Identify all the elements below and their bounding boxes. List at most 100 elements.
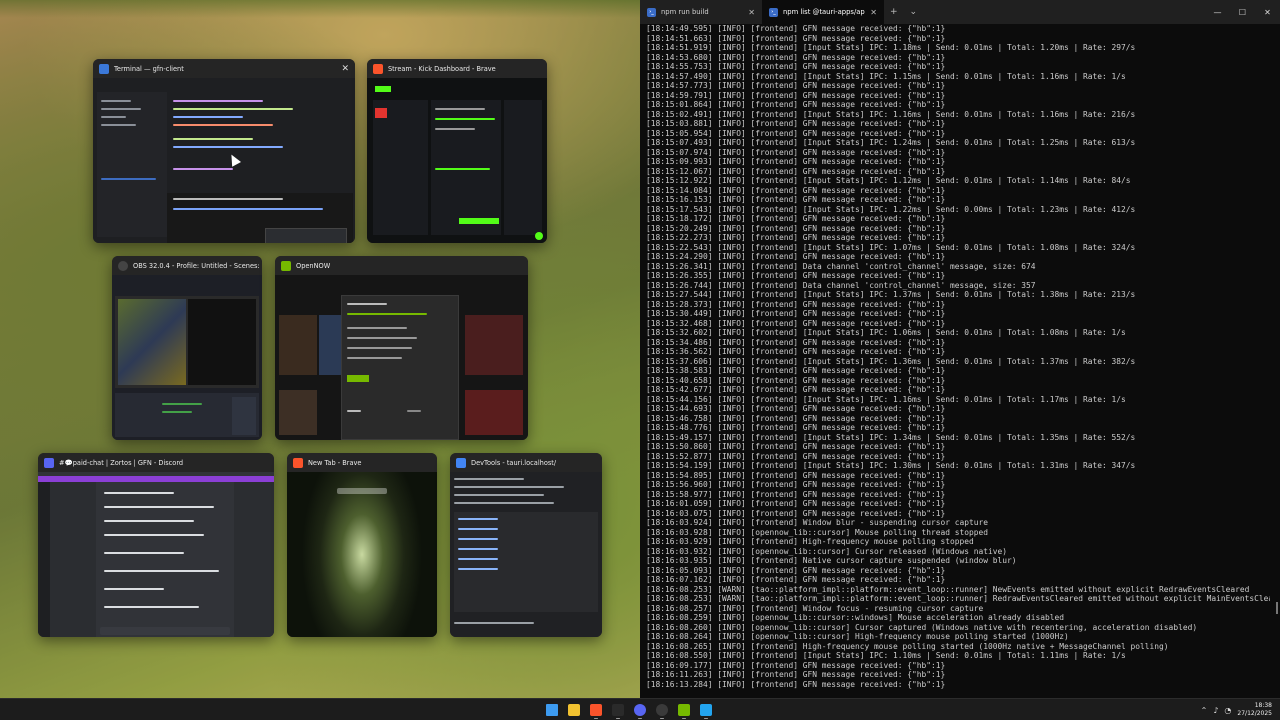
devtools-app-icon [456,457,466,468]
window-title: Stream - Kick Dashboard - Brave [388,64,496,73]
window-thumbnail-opennow[interactable]: OpenNOW [275,256,528,440]
log-line: [18:15:09.993] [INFO] [frontend] GFN mes… [646,157,946,166]
clock-time: 18:38 [1254,702,1272,709]
log-line: [18:15:05.954] [INFO] [frontend] GFN mes… [646,128,946,138]
log-line: [18:15:26.355] [INFO] [frontend] GFN mes… [646,271,946,280]
log-line: [18:15:58.977] [INFO] [frontend] GFN mes… [646,489,946,499]
log-line: [18:15:38.583] [INFO] [frontend] GFN mes… [646,366,946,375]
close-icon[interactable]: ✕ [748,8,755,17]
taskbar-obs-icon[interactable] [653,701,671,719]
taskbar-start-icon[interactable] [543,701,561,719]
taskbar-file-explorer-icon[interactable] [565,701,583,719]
log-line: [18:15:54.159] [INFO] [frontend] [Input … [646,461,1136,470]
window-thumbnail-obs[interactable]: OBS 32.0.4 - Profile: Untitled - Scenes:… [112,256,262,440]
maximize-button[interactable]: ☐ [1230,0,1255,24]
terminal-icon [612,704,624,716]
preview-message [104,506,214,508]
terminal-output[interactable]: [18:14:49.595] [INFO] [frontend] GFN mes… [646,24,1270,694]
log-line: [18:15:26.341] [INFO] [frontend] Data ch… [646,261,1036,271]
preview-text [454,494,544,496]
tab-npm-list[interactable]: ›_ npm list @tauri-apps/api @ta ✕ [762,0,884,24]
tab-npm-run-build[interactable]: ›_ npm run build ✕ [640,0,762,24]
log-line: [18:16:08.253] [WARN] [tao::platform_imp… [646,584,1250,594]
log-line: [18:16:11.263] [INFO] [frontend] GFN mes… [646,670,946,679]
start-icon [546,704,558,716]
log-line: [18:15:44.693] [INFO] [frontend] GFN mes… [646,404,946,413]
system-tray: ⌃ ♪ ◔ 18:38 27/12/2025 [1201,699,1272,720]
volume-icon[interactable]: ♪ [1213,706,1218,715]
log-line: [18:15:14.084] [INFO] [frontend] GFN mes… [646,185,946,195]
window-thumbnail-new-tab[interactable]: New Tab - Brave [287,453,437,637]
log-line: [18:16:03.075] [INFO] [frontend] GFN mes… [646,508,946,518]
brave-icon [590,704,602,716]
preview-text [454,502,554,504]
scrollbar[interactable] [1276,602,1278,614]
close-icon[interactable]: ✕ [870,8,877,17]
preview-text [458,568,498,570]
preview-panel [504,100,542,235]
preview-text [347,347,412,349]
preview-popup [265,228,347,243]
brave-app-icon [293,457,303,468]
preview-text [458,538,498,540]
taskbar-brave-icon[interactable] [587,701,605,719]
preview-text [454,478,524,480]
preview-message [104,552,184,554]
terminal-app-icon [99,63,109,74]
opennow-icon [678,704,690,716]
window-title-bar: New Tab - Brave [287,453,437,472]
brave-app-icon [373,63,383,74]
preview-text [347,337,417,339]
log-line: [18:16:03.932] [INFO] [opennow_lib::curs… [646,546,1008,556]
preview-code [173,124,273,126]
chevron-up-icon[interactable]: ⌃ [1201,706,1208,715]
log-line: [18:16:08.550] [INFO] [frontend] [Input … [646,651,1126,660]
preview-code [173,116,243,118]
minimize-button[interactable]: — [1205,0,1230,24]
log-line: [18:15:24.290] [INFO] [frontend] GFN mes… [646,252,946,261]
log-line: [18:15:32.602] [INFO] [frontend] [Input … [646,328,1126,337]
window-controls: — ☐ ✕ [1205,0,1280,24]
preview-game-tile [279,315,317,375]
preview-code [173,100,263,102]
window-preview [275,275,528,440]
log-line: [18:16:05.093] [INFO] [frontend] GFN mes… [646,565,946,575]
log-line: [18:15:17.543] [INFO] [frontend] [Input … [646,204,1136,214]
window-thumbnail-discord[interactable]: #💬paid-chat | Zortos | GFN - Discord [38,453,274,637]
window-title: #💬paid-chat | Zortos | GFN - Discord [59,458,184,467]
log-line: [18:16:07.162] [INFO] [frontend] GFN mes… [646,575,946,584]
window-preview [367,78,547,243]
preview-text [407,410,421,412]
window-thumbnail-terminal[interactable]: Terminal — gfn-client ✕ [93,59,355,243]
taskbar-opennow-icon[interactable] [675,701,693,719]
discord-app-icon [44,457,54,468]
preview-text [347,303,387,305]
taskbar-terminal-icon[interactable] [609,701,627,719]
window-close-button[interactable]: ✕ [1255,0,1280,24]
window-title-bar: OBS 32.0.4 - Profile: Untitled - Scenes:… [112,256,262,275]
window-title: OBS 32.0.4 - Profile: Untitled - Scenes:… [133,261,262,270]
log-line: [18:16:03.929] [INFO] [frontend] High-fr… [646,537,974,546]
battery-icon[interactable]: ◔ [1224,706,1231,715]
preview-text [347,327,407,329]
tab-label: npm run build [661,8,709,16]
taskbar-discord-icon[interactable] [631,701,649,719]
new-tab-button[interactable]: + [884,0,904,24]
preview-text [101,100,131,102]
preview-meter [162,411,192,413]
window-thumbnail-devtools[interactable]: DevTools - tauri.localhost/ [450,453,602,637]
log-line: [18:15:36.562] [INFO] [frontend] GFN mes… [646,347,946,356]
window-thumbnail-kick-dashboard[interactable]: Stream - Kick Dashboard - Brave [367,59,547,243]
taskbar-vscode-icon[interactable] [697,701,715,719]
preview-text [435,108,485,110]
task-view: Terminal — gfn-client ✕ Stream - Kick Da… [0,0,640,698]
log-line: [18:15:22.543] [INFO] [frontend] [Input … [646,242,1136,252]
preview-text [458,528,498,530]
close-icon[interactable]: ✕ [341,64,349,74]
log-line: [18:15:50.860] [INFO] [frontend] GFN mes… [646,442,946,451]
log-line: [18:15:07.974] [INFO] [frontend] GFN mes… [646,147,946,157]
clock[interactable]: 18:38 27/12/2025 [1237,702,1272,718]
chevron-down-icon[interactable]: ⌄ [904,0,924,24]
preview-code [173,168,233,170]
window-title-bar: Stream - Kick Dashboard - Brave [367,59,547,78]
